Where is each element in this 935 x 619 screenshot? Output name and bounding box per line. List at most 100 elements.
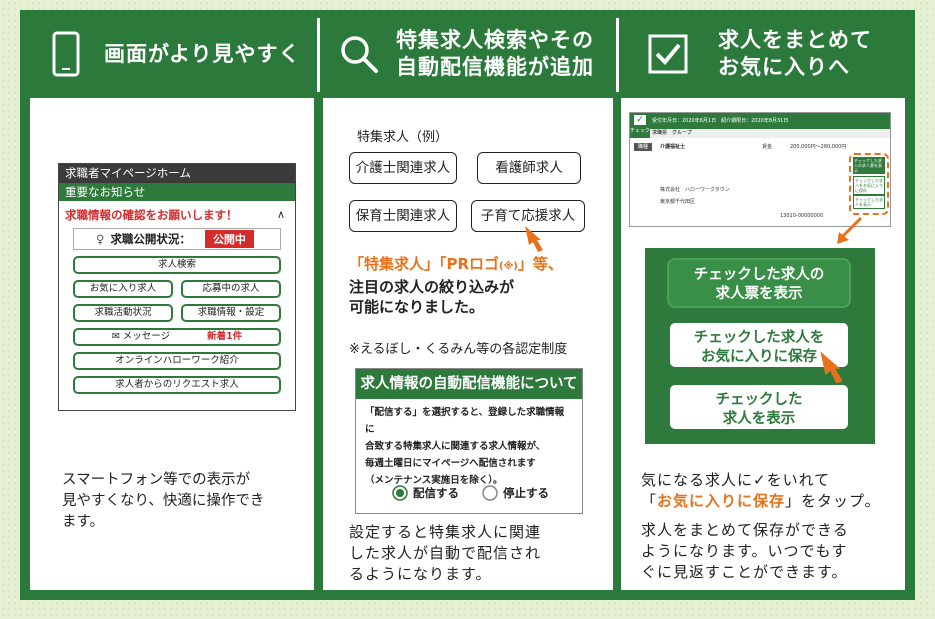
caption-favorite: 気になる求人に✓をいれて 「お気に入りに保存」をタップ。 求人をまとめて保存がで…: [641, 470, 881, 583]
header-search: 特集求人検索やその 自動配信機能が追加: [338, 10, 608, 98]
radio-stop[interactable]: 停止する: [482, 485, 549, 501]
phone-favorite-button[interactable]: お気に入り求人: [73, 280, 173, 298]
panel-search: 特集求人（例） 介護士関連求人 看護師求人 保育士関連求人 子育て応援求人 「特…: [323, 98, 613, 590]
tag-care[interactable]: 介護士関連求人: [349, 152, 457, 184]
mini-check: ✓ チェック: [630, 113, 650, 138]
mini-company: 株式会社 ハローワークタウン: [660, 187, 730, 193]
radio-deliver-label: 配信する: [413, 486, 459, 500]
job-list-mockup: ✓ チェック 受付年月日：2020年6月1日 紹介期限日：2020年8月31日 …: [629, 112, 891, 227]
radio-deliver[interactable]: 配信する: [392, 485, 459, 501]
button-line: チェックした: [715, 392, 803, 408]
button-line: チェックした求人の: [693, 267, 825, 283]
search-icon: [341, 36, 378, 73]
mini-tabs: 求職票 グループ: [630, 129, 890, 138]
check-mark-icon: ✓: [753, 471, 767, 489]
highlight-orange: 「特集求人」「PRロゴ: [349, 255, 500, 273]
popup-line: 毎週土曜日にマイページへ配信されます: [365, 458, 536, 469]
caption-line: 求人をまとめて保存ができる: [641, 521, 849, 539]
example-label: 特集求人（例）: [357, 130, 449, 145]
mini-number: 13010-00000000: [780, 213, 824, 219]
tag-nurse[interactable]: 看護師求人: [477, 152, 581, 184]
panel-favorite: ✓ チェック 受付年月日：2020年6月1日 紹介期限日：2020年8月31日 …: [621, 98, 905, 590]
caption-text: 「: [641, 492, 658, 510]
checkbox-icon: [648, 34, 688, 74]
header-title-favorite-line2: お気に入りへ: [718, 55, 850, 79]
mini-job-tag: 職種: [634, 143, 653, 151]
caption-line: るようになります。: [349, 565, 492, 583]
highlight-note: (※): [499, 261, 518, 272]
popup-title: 求人情報の自動配信機能について: [356, 369, 582, 399]
header-title-search-line1: 特集求人検索やその: [396, 28, 594, 52]
phone-mockup: 求職者マイページホーム 重要なお知らせ 求職情報の確認をお願いします！ ∧ ♀ …: [58, 163, 296, 411]
auto-delivery-popup: 求人情報の自動配信機能について 「配信する」を選択すると、登録した求職情報に 合…: [355, 368, 583, 514]
popup-line: 「配信する」を選択すると、登録した求職情報に: [365, 407, 565, 435]
panel-screen: 求職者マイページホーム 重要なお知らせ 求職情報の確認をお願いします！ ∧ ♀ …: [30, 98, 314, 590]
phone-status-label: 求職公開状況：: [110, 232, 191, 246]
phone-message-label: メッセージ: [122, 331, 171, 342]
caption-screen: スマートフォン等での表示が 見やすくなり、快適に操作でき ます。: [62, 470, 264, 533]
arrow-icon: [837, 216, 863, 244]
footnote: ※えるぼし・くるみん等の各認定制度: [349, 342, 568, 357]
caption-line: スマートフォン等での表示が: [62, 472, 251, 488]
header-title-search: 特集求人検索やその 自動配信機能が追加: [396, 27, 594, 81]
tag-childcare[interactable]: 保育士関連求人: [349, 200, 457, 232]
header-title-search-line2: 自動配信機能が追加: [396, 55, 594, 79]
mini-pay: 200,000円〜280,000円: [790, 144, 847, 150]
caption-line: ぐに見返すことができます。: [641, 563, 848, 581]
view-job-sheets-button[interactable]: チェックした求人の 求人票を表示: [667, 258, 851, 308]
header-title-favorite: 求人をまとめて お気に入りへ: [718, 27, 872, 81]
view-checked-jobs-button[interactable]: チェックした 求人を表示: [667, 382, 851, 432]
person-icon: ♀: [96, 232, 105, 246]
mini-pay-label: 賃金: [762, 144, 773, 150]
mini-job: 介護福祉士: [660, 144, 686, 150]
phone-info-button[interactable]: 求職情報・設定: [181, 304, 281, 322]
caption-line: ようになります。いつでもす: [641, 542, 848, 560]
popup-line: 合致する特集求人に関連する求人情報が、: [365, 441, 546, 452]
caption-line: した求人が自動で配信され: [349, 544, 542, 562]
phone-request-button[interactable]: 求人者からのリクエスト求人: [73, 376, 281, 394]
header-title-screen: 画面がより見やすく: [104, 41, 301, 66]
caption-line: 見やすくなり、快適に操作でき: [62, 493, 265, 509]
phone-activity-button[interactable]: 求職活動状況: [73, 304, 173, 322]
header-divider: [317, 18, 320, 92]
mini-button-a[interactable]: チェックした求人の求人票を表示: [853, 157, 885, 174]
caption-line-2: 「お気に入りに保存」をタップ。: [641, 491, 881, 512]
caption-line-1: 気になる求人に✓をいれて: [641, 470, 881, 491]
caption-text: 気になる求人に: [641, 471, 754, 489]
caption-line: 設定すると特集求人に関連: [349, 523, 542, 541]
caption-text: 」をタップ。: [785, 492, 881, 510]
phone-message-button[interactable]: ✉ メッセージ 新着1件: [73, 328, 281, 346]
caption-line: ます。: [62, 514, 105, 530]
caption-text: をいれて: [766, 471, 831, 489]
header-divider: [616, 18, 619, 92]
chevron-up-icon[interactable]: ∧: [277, 208, 285, 221]
popup-body: 「配信する」を選択すると、登録した求職情報に 合致する特集求人に関連する求人情報…: [356, 399, 582, 489]
phone-search-button[interactable]: 求人検索: [73, 256, 281, 274]
phone-online-button[interactable]: オンラインハローワーク紹介: [73, 352, 281, 370]
phone-alert-text: 求職情報の確認をお願いします！: [65, 208, 238, 222]
phone-status-box: ♀ 求職公開状況： 公開中: [73, 228, 281, 250]
highlight-line-1: 「特集求人」「PRロゴ(※)」等、: [349, 254, 563, 277]
phone-title: 求職者マイページホーム: [59, 164, 295, 183]
mini-button-c[interactable]: チェックした求人を表示: [853, 195, 885, 209]
mini-button-b[interactable]: チェックした求人をお気に入りに保存: [853, 176, 885, 195]
mail-icon: ✉: [111, 331, 120, 342]
radio-checked-icon: [392, 485, 408, 501]
phone-message-new: 新着1件: [207, 331, 243, 342]
pointing-hand-icon: [820, 351, 843, 384]
action-buttons-zoom: チェックした求人の 求人票を表示 チェックした求人を お気に入りに保存 チェック…: [645, 248, 875, 444]
highlight-orange-end: 」等、: [517, 255, 563, 273]
button-line: 求人票を表示: [715, 286, 803, 302]
status-badge: 公開中: [204, 230, 254, 248]
phone-applying-button[interactable]: 応募中の求人: [181, 280, 281, 298]
mini-location: 東京都千代田区: [660, 199, 696, 205]
button-line: 求人を表示: [722, 411, 796, 427]
check-icon: ✓: [634, 115, 646, 125]
caption-search: 設定すると特集求人に関連 した求人が自動で配信され るようになります。: [349, 522, 541, 585]
highlight-line-3: 可能になりました。: [349, 298, 485, 316]
header-title-favorite-line1: 求人をまとめて: [718, 28, 872, 52]
feature-board: 画面がより見やすく 特集求人検索やその 自動配信機能が追加 求人をまとめて お気…: [20, 10, 915, 600]
radio-stop-label: 停止する: [503, 486, 549, 500]
highlight-text: 「特集求人」「PRロゴ(※)」等、 注目の求人の絞り込みが 可能になりました。: [349, 254, 563, 317]
